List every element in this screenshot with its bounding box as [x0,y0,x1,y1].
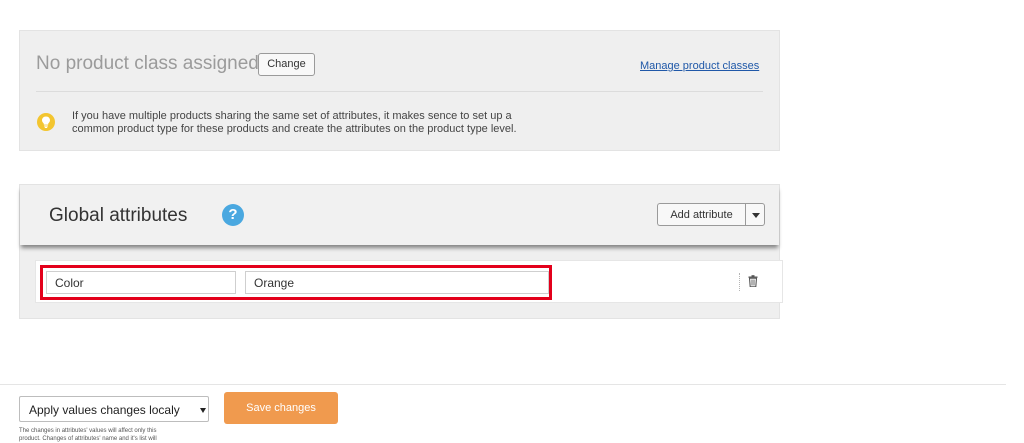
attribute-row [35,260,783,303]
hint-line-1: If you have multiple products sharing th… [72,110,512,122]
hint-line-2: common product type for these products a… [72,123,517,135]
lightbulb-icon [37,113,55,131]
apply-changes-select-value: Apply values changes localy [29,403,180,417]
product-class-hint: If you have multiple products sharing th… [72,110,572,136]
save-changes-button[interactable]: Save changes [224,392,338,424]
product-class-panel: No product class assigned Change Manage … [19,30,780,151]
add-attribute-button[interactable]: Add attribute [657,203,745,226]
apply-changes-select[interactable]: Apply values changes localy [19,396,209,422]
product-class-title: No product class assigned [36,53,259,74]
add-attribute-split-button: Add attribute [657,203,765,226]
global-attributes-header: Global attributes ? Add attribute [20,185,779,245]
note-line-2: product. Changes of attributes' name and… [19,436,157,442]
drag-handle-icon[interactable] [739,273,741,291]
global-attributes-panel: Global attributes ? Add attribute [19,184,783,319]
global-attributes-title: Global attributes [49,205,188,226]
manage-product-classes-link[interactable]: Manage product classes [640,60,759,72]
chevron-down-icon[interactable] [745,203,765,226]
attribute-value-input[interactable] [245,271,549,294]
attribute-name-input[interactable] [46,271,236,294]
note-line-1: The changes in attributes' values will a… [19,428,157,434]
highlight-box [40,265,552,300]
footer-divider [0,384,1006,385]
apply-changes-note: The changes in attributes' values will a… [19,427,219,443]
trash-icon[interactable] [748,275,758,287]
help-icon[interactable]: ? [222,204,244,226]
change-class-button[interactable]: Change [258,53,315,76]
divider [36,91,763,92]
caret-down-icon [200,408,206,413]
